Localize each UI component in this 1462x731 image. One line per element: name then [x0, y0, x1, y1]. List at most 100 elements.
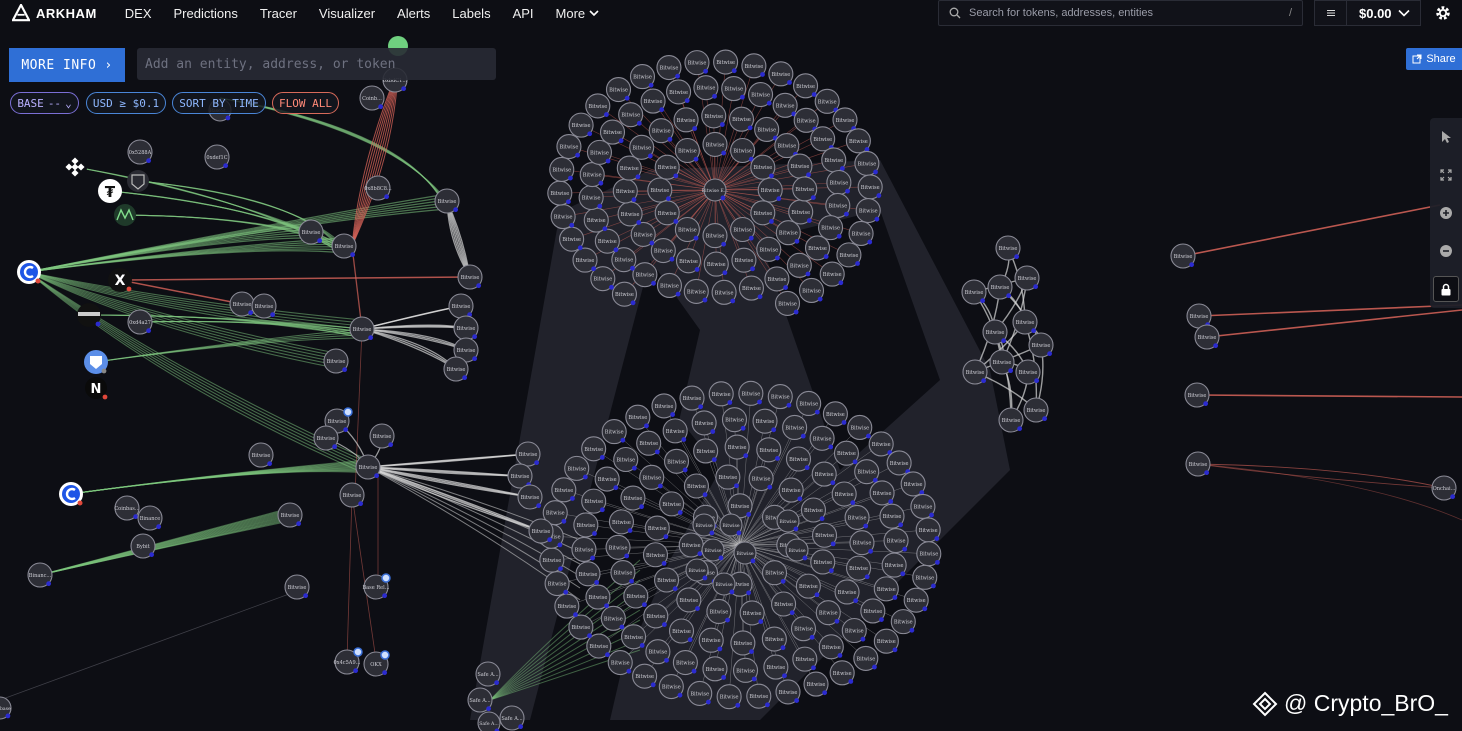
- cluster-node[interactable]: Bitwise: [617, 201, 643, 227]
- cluster-node[interactable]: Bitwise: [915, 517, 941, 543]
- cluster-node[interactable]: Bitwise: [810, 126, 836, 152]
- cluster-node[interactable]: Bitwise: [572, 247, 598, 273]
- cluster-node[interactable]: Bitwise: [702, 223, 728, 249]
- cluster-node[interactable]: Bitwise: [995, 235, 1021, 261]
- cluster-node[interactable]: Bitwise: [715, 464, 741, 490]
- small-token-badge[interactable]: [381, 573, 391, 583]
- fit-view-tool[interactable]: [1430, 156, 1462, 194]
- cluster-node[interactable]: Bitwise: [855, 197, 881, 224]
- cluster-node[interactable]: Bitwise: [721, 76, 747, 102]
- address-node[interactable]: Bitwise: [248, 442, 274, 468]
- cluster-node[interactable]: Bitwise: [583, 207, 609, 233]
- cluster-node[interactable]: Bitwise: [673, 107, 699, 133]
- cluster-node[interactable]: Bitwise: [651, 393, 677, 419]
- cluster-node[interactable]: Bitwise: [544, 571, 570, 597]
- cluster-node[interactable]: Bitwise: [676, 587, 702, 613]
- nav-labels[interactable]: Labels: [452, 6, 490, 21]
- cluster-node[interactable]: Bitwise: [775, 220, 801, 246]
- cluster-node[interactable]: Bitwise: [568, 112, 594, 138]
- cluster-node[interactable]: Bitwise: [630, 221, 656, 247]
- cluster-node[interactable]: Bitwise: [903, 587, 929, 613]
- cluster-node[interactable]: Bitwise: [752, 408, 778, 434]
- search-input[interactable]: [969, 7, 1279, 19]
- cluster-node[interactable]: Bitwise: [900, 471, 926, 497]
- address-node[interactable]: Bitwise: [251, 293, 277, 319]
- cluster-node[interactable]: Bitwise: [788, 199, 814, 225]
- nav-dex[interactable]: DEX: [125, 6, 152, 21]
- address-node[interactable]: Bitwise: [349, 316, 375, 342]
- address-node[interactable]: Bitwise: [284, 574, 310, 600]
- cluster-node[interactable]: Bitwise: [1015, 359, 1041, 385]
- cluster-node[interactable]: Bitwise: [573, 512, 599, 538]
- address-node[interactable]: Bitwise: [457, 264, 483, 290]
- cluster-node[interactable]: Bitwise: [559, 226, 585, 252]
- cluster-node[interactable]: Bitwise: [632, 262, 658, 288]
- cluster-node[interactable]: Bitwise: [691, 410, 717, 436]
- cluster-node[interactable]: Bitwise: [774, 290, 801, 316]
- cluster-node[interactable]: Bitwise: [612, 178, 638, 204]
- cluster-node[interactable]: Bitwise: [854, 459, 880, 485]
- cluster-node[interactable]: Bitwise: [782, 414, 808, 441]
- cluster-node[interactable]: Bitwise: [841, 617, 867, 644]
- cluster-node[interactable]: Bitwise: [564, 455, 590, 481]
- cluster-node[interactable]: Bitwise: [575, 561, 601, 587]
- cluster-node[interactable]: Bitwise: [620, 485, 646, 511]
- cluster-node[interactable]: Bitwise: [581, 488, 607, 514]
- cluster-node[interactable]: Bitwise: [594, 466, 620, 492]
- cluster-node[interactable]: Bitwise: [860, 598, 886, 624]
- wallet-balance[interactable]: $0.00: [1347, 6, 1420, 21]
- address-node[interactable]: Bitwise: [1170, 243, 1196, 269]
- coinbase-icon-2[interactable]: [59, 482, 83, 506]
- cluster-node[interactable]: Bitwise: [605, 76, 632, 103]
- cluster-node[interactable]: Bitwise: [662, 418, 688, 444]
- cluster-node[interactable]: Bitwise: [600, 605, 626, 631]
- address-node[interactable]: Binance: [137, 505, 163, 531]
- address-node[interactable]: Bitwise: [339, 482, 365, 508]
- cluster-node[interactable]: Bitwise: [730, 216, 756, 243]
- cluster-node[interactable]: Bitwise: [607, 650, 633, 676]
- cluster-node[interactable]: Bitwise: [693, 438, 719, 464]
- cluster-node[interactable]: Bitwise: [868, 431, 894, 457]
- cluster-node[interactable]: Bitwise: [834, 579, 860, 605]
- small-token-badge[interactable]: [380, 650, 390, 660]
- cluster-node[interactable]: Bitwise: [610, 560, 636, 586]
- cluster-node[interactable]: Bitwise: [853, 645, 879, 671]
- cluster-node[interactable]: Bitwise: [810, 549, 836, 575]
- n-icon[interactable]: N: [85, 377, 108, 400]
- cluster-node[interactable]: Bitwise: [1023, 397, 1049, 423]
- usd-filter[interactable]: USD ≥ $0.1: [86, 92, 166, 114]
- flowdesk-icon[interactable]: [77, 303, 101, 327]
- cluster-node[interactable]: Bitwise: [629, 64, 656, 90]
- cluster-node[interactable]: Bitwise: [833, 440, 859, 466]
- cluster-node[interactable]: Bitwise: [916, 541, 942, 567]
- global-search[interactable]: /: [938, 0, 1303, 26]
- nav-predictions[interactable]: Predictions: [174, 6, 238, 21]
- cluster-node[interactable]: Bitwise: [632, 663, 658, 689]
- cluster-node[interactable]: Bitwise: [663, 448, 690, 474]
- cluster-node[interactable]: Bitwise: [639, 464, 665, 490]
- cluster-node[interactable]: Bitwise: [790, 616, 817, 642]
- address-node[interactable]: Coinbase: [0, 696, 12, 720]
- cluster-node[interactable]: Bitwise: [793, 73, 819, 99]
- cluster-node[interactable]: Bitwise: [672, 649, 698, 676]
- cluster-node[interactable]: Bitwise: [731, 247, 757, 273]
- cluster-node[interactable]: Bitwise: [547, 180, 573, 206]
- cluster-node[interactable]: Bitwise: [814, 88, 840, 114]
- cluster-node[interactable]: Bitwise: [817, 215, 844, 241]
- address-node[interactable]: Bybit: [130, 533, 156, 559]
- address-node[interactable]: Onchai...: [1431, 475, 1457, 501]
- nav-tracer[interactable]: Tracer: [260, 6, 297, 21]
- cluster-node[interactable]: Bitwise: [648, 118, 674, 144]
- nav-alerts[interactable]: Alerts: [397, 6, 430, 21]
- settings-button[interactable]: [1434, 4, 1452, 27]
- cluster-node[interactable]: Bitwise: [656, 272, 682, 298]
- cluster-node[interactable]: Bitwise: [650, 238, 676, 264]
- cluster-node[interactable]: Bitwise: [818, 634, 844, 660]
- cluster-node[interactable]: Bitwise: [674, 137, 700, 164]
- address-node[interactable]: Bitwise: [443, 356, 469, 382]
- address-node[interactable]: 0xdef1C: [204, 144, 230, 170]
- cluster-node[interactable]: Bitwise: [832, 107, 858, 133]
- coinbase-icon[interactable]: [17, 260, 41, 284]
- cluster-node[interactable]: Bitwise: [804, 235, 831, 261]
- cluster-node[interactable]: Bitwise: [847, 414, 873, 440]
